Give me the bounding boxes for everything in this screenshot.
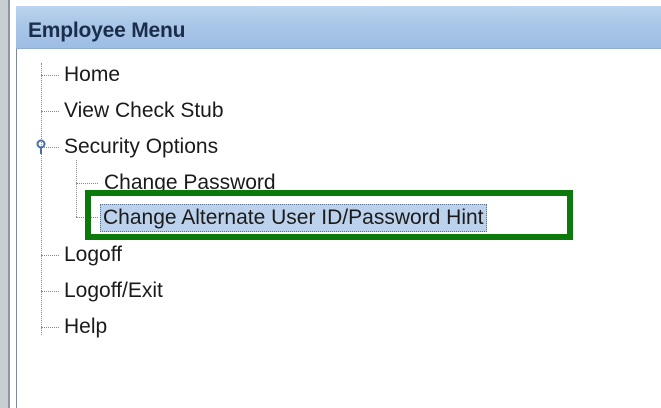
tree-connector-root xyxy=(41,63,42,335)
tree-item-logoff[interactable]: Logoff xyxy=(64,241,122,269)
employee-menu-window: Employee Menu Home View Check Stub Secur… xyxy=(0,0,661,408)
tree-item-home[interactable]: Home xyxy=(64,61,120,89)
tree-item-view-check-stub[interactable]: View Check Stub xyxy=(64,97,224,125)
title-bar: Employee Menu xyxy=(16,6,661,49)
annotation-highlight-box xyxy=(85,190,573,240)
tree-connector xyxy=(41,255,59,256)
tree-connector xyxy=(41,291,59,292)
tree-connector-children xyxy=(76,160,77,217)
tree-item-logoff-exit[interactable]: Logoff/Exit xyxy=(64,277,163,305)
tree-connector xyxy=(41,75,59,76)
tree-connector xyxy=(41,111,59,112)
tree-connector xyxy=(76,183,98,184)
window-title: Employee Menu xyxy=(28,19,186,42)
tree-expanded-handle-icon[interactable] xyxy=(34,139,46,154)
tree-connector xyxy=(41,327,59,328)
window-left-border xyxy=(0,0,10,408)
tree-item-security-options[interactable]: Security Options xyxy=(64,133,218,161)
tree-item-help[interactable]: Help xyxy=(64,313,107,341)
